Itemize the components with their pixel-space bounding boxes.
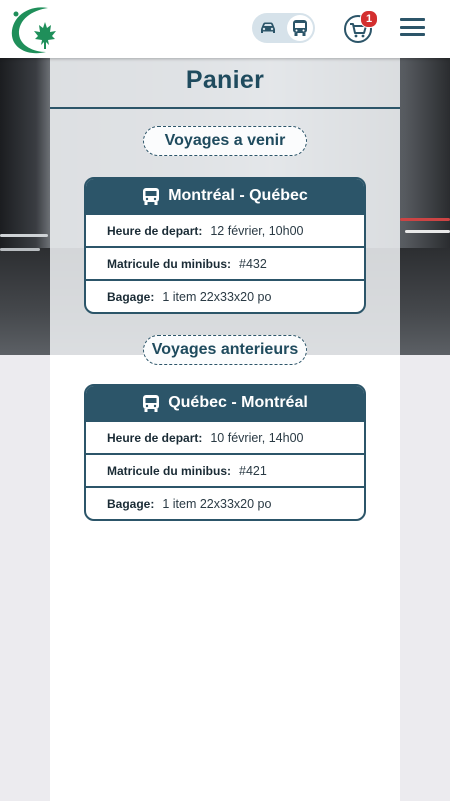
luggage-value: 1 item 22x33x20 po: [162, 289, 272, 304]
departure-label: Heure de depart:: [107, 223, 203, 238]
trip-card-upcoming[interactable]: Montréal - Québec Heure de depart: 12 fé…: [84, 177, 366, 314]
title-divider: [50, 107, 400, 109]
trip-card-header: Montréal - Québec: [86, 179, 364, 213]
trip-departure-row: Heure de depart: 10 février, 14h00: [86, 420, 364, 453]
page-title: Panier: [185, 66, 265, 94]
hamburger-menu-icon[interactable]: [400, 18, 425, 38]
luggage-value: 1 item 22x33x20 po: [162, 496, 272, 511]
trip-card-header: Québec - Montréal: [86, 386, 364, 420]
section-heading-past: Voyages anterieurs: [143, 335, 307, 365]
trip-minibus-row: Matricule du minibus: #432: [86, 246, 364, 279]
minibus-value: #421: [239, 463, 267, 478]
bus-icon: [143, 394, 160, 412]
trip-route: Montréal - Québec: [168, 187, 308, 204]
trip-card-past[interactable]: Québec - Montréal Heure de depart: 10 fé…: [84, 384, 366, 521]
section-heading-upcoming: Voyages a venir: [143, 126, 307, 156]
departure-value: 12 février, 10h00: [210, 223, 304, 238]
minibus-label: Matricule du minibus:: [107, 463, 232, 478]
bus-icon: [293, 20, 307, 36]
cart-count-badge: 1: [360, 10, 378, 28]
trip-minibus-row: Matricule du minibus: #421: [86, 453, 364, 486]
departure-label: Heure de depart:: [107, 430, 203, 445]
departure-value: 10 février, 14h00: [210, 430, 304, 445]
maple-leaf-logo[interactable]: [8, 4, 62, 56]
transport-mode-toggle[interactable]: [252, 13, 315, 43]
luggage-label: Bagage:: [107, 289, 155, 304]
car-icon[interactable]: [258, 18, 278, 38]
trip-departure-row: Heure de depart: 12 février, 10h00: [86, 213, 364, 246]
bus-icon: [143, 187, 160, 205]
trip-route: Québec - Montréal: [168, 394, 308, 411]
luggage-label: Bagage:: [107, 496, 155, 511]
bus-mode-button[interactable]: [287, 15, 313, 41]
minibus-value: #432: [239, 256, 267, 271]
trip-luggage-row: Bagage: 1 item 22x33x20 po: [86, 279, 364, 312]
top-navigation-bar: 1: [0, 0, 450, 58]
minibus-label: Matricule du minibus:: [107, 256, 232, 271]
trip-luggage-row: Bagage: 1 item 22x33x20 po: [86, 486, 364, 519]
